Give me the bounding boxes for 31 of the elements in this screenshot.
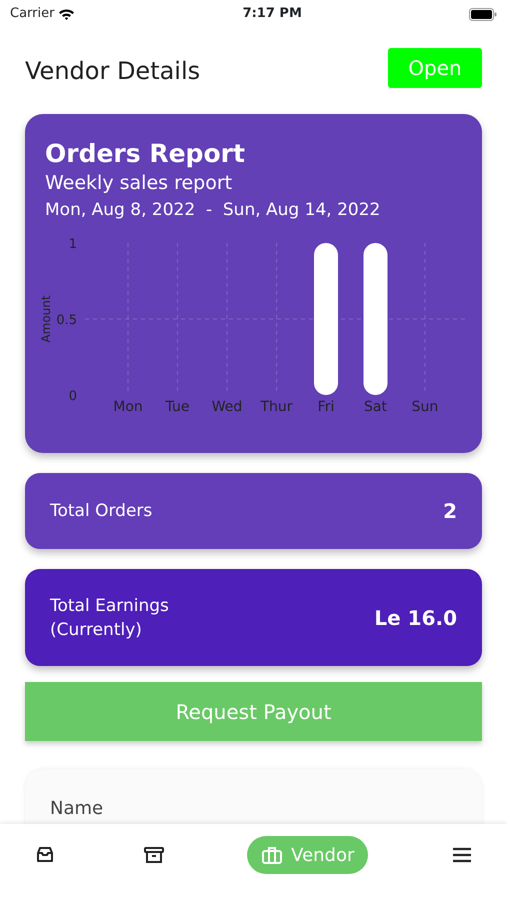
stat-label: Total Earnings (Currently) (50, 594, 169, 642)
time-label: 7:17 PM (242, 5, 302, 24)
y-axis-label: Amount (39, 295, 53, 343)
battery-icon (468, 8, 497, 20)
archive-icon (142, 845, 165, 865)
y-tick-label: 1 (68, 237, 77, 252)
carrier-label: Carrier (10, 5, 54, 24)
y-tick-label: 0 (68, 389, 77, 404)
date-range: Mon, Aug 8, 2022 - Sun, Aug 14, 2022 (45, 199, 382, 222)
open-status-button[interactable]: Open (388, 48, 482, 88)
menu-icon (450, 845, 473, 865)
inbox-icon (34, 845, 56, 865)
y-tick-label: 0.5 (56, 313, 77, 328)
x-tick-label: Sun (412, 399, 438, 415)
report-title: Orders Report (45, 138, 246, 170)
stat-value: Le 16.0 (374, 604, 457, 632)
x-tick-label: Fri (318, 399, 334, 415)
x-tick-label: Wed (212, 399, 242, 415)
x-tick-label: Sat (364, 399, 387, 415)
x-tick-label: Tue (166, 399, 190, 415)
stat-label: Total Orders (50, 500, 152, 523)
page-title: Vendor Details (25, 56, 200, 87)
stat-value: 2 (443, 498, 457, 525)
field-label: Name (50, 797, 104, 821)
request-payout-button[interactable]: Request Payout (25, 682, 482, 741)
x-tick-label: Thur (260, 399, 293, 415)
briefcase-icon (261, 845, 284, 865)
report-subtitle: Weekly sales report (45, 171, 234, 196)
x-tick-label: Mon (113, 399, 143, 415)
nav-tab[interactable]: Vendor (247, 836, 368, 874)
wifi-icon (58, 8, 76, 20)
